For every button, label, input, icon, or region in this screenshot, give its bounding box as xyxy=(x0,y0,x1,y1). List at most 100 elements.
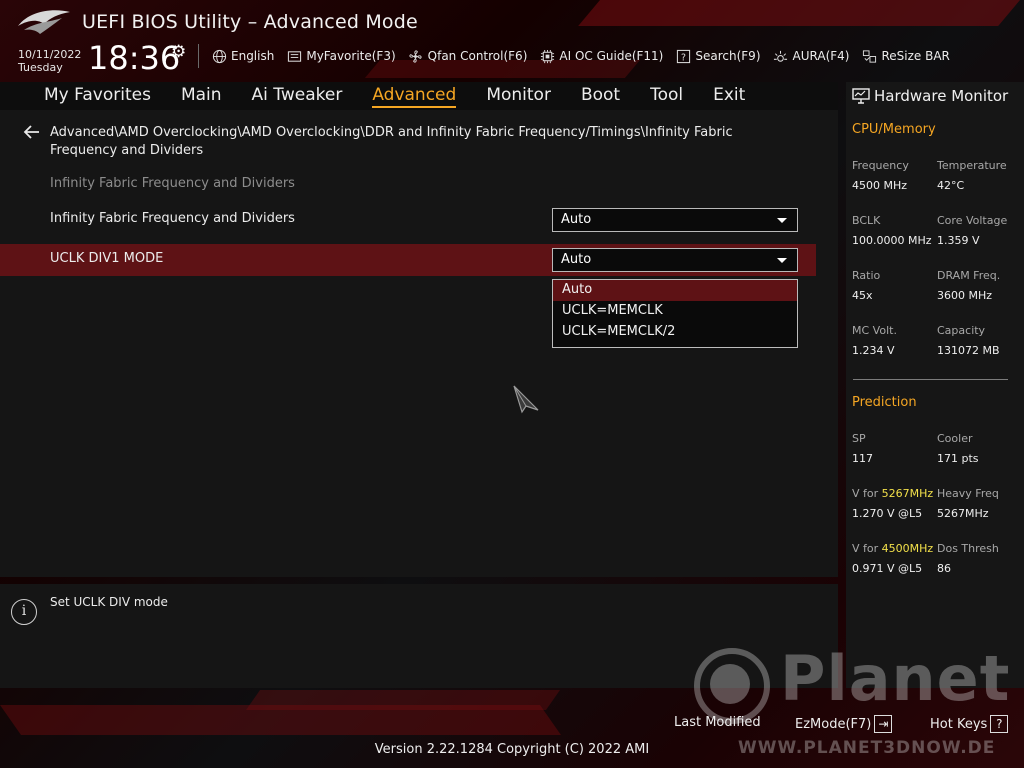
ai-oc-guide-button[interactable]: AI OC Guide(F11) xyxy=(539,48,663,64)
tab-ai-tweaker[interactable]: Ai Tweaker xyxy=(252,82,343,110)
hardware-monitor-title: Hardware Monitor xyxy=(874,87,1009,105)
stat-label: Cooler xyxy=(937,432,973,445)
select-value: Auto xyxy=(561,212,592,227)
tab-monitor[interactable]: Monitor xyxy=(486,82,551,110)
qfan-control-label: Qfan Control(F6) xyxy=(427,49,528,63)
back-arrow-icon[interactable] xyxy=(22,122,42,142)
myfavorite-label: MyFavorite(F3) xyxy=(306,49,396,63)
dropdown-option-uclk-memclk-half[interactable]: UCLK=MEMCLK/2 xyxy=(553,322,797,343)
bclk-stat: BCLK 100.0000 MHz xyxy=(852,211,932,251)
stat-value: 4500 MHz xyxy=(852,179,908,192)
ratio-stat: Ratio 45x xyxy=(852,266,880,306)
stat-value: 171 pts xyxy=(937,452,979,465)
qfan-control-button[interactable]: Qfan Control(F6) xyxy=(408,48,528,64)
stat-value: 117 xyxy=(852,452,873,465)
stat-label: Frequency xyxy=(852,159,909,172)
dram-freq-stat: DRAM Freq. 3600 MHz xyxy=(937,266,1000,306)
aura-button[interactable]: AURA(F4) xyxy=(773,48,849,64)
v-for-label: V for xyxy=(852,487,879,500)
tab-exit[interactable]: Exit xyxy=(713,82,745,110)
tab-advanced[interactable]: Advanced xyxy=(372,82,456,110)
stat-value: 86 xyxy=(937,562,951,575)
fan-icon xyxy=(408,48,424,64)
chevron-down-icon xyxy=(777,258,787,263)
date-display[interactable]: 10/11/2022 Tuesday xyxy=(18,48,81,74)
capacity-stat: Capacity 131072 MB xyxy=(937,321,1000,361)
stat-label: DRAM Freq. xyxy=(937,269,1001,282)
window-title: UEFI BIOS Utility – Advanced Mode xyxy=(82,11,418,33)
hot-keys-button[interactable]: Hot Keys ? xyxy=(930,715,1009,733)
myfavorite-button[interactable]: MyFavorite(F3) xyxy=(286,48,396,64)
stat-label: Dos Thresh xyxy=(937,542,999,555)
setting-label: UCLK DIV1 MODE xyxy=(50,251,164,266)
dropdown-list: Auto UCLK=MEMCLK UCLK=MEMCLK/2 xyxy=(552,279,798,348)
stat-value: 100.0000 MHz xyxy=(852,234,932,247)
clock-time[interactable]: 18:36 xyxy=(88,40,180,76)
search-icon: ? xyxy=(675,48,691,64)
watermark-word: Planet xyxy=(780,642,1011,715)
v-for-freq: 4500MHz xyxy=(881,542,934,555)
ezmode-label: EzMode(F7) xyxy=(795,716,872,732)
stat-label: V for 4500MHz xyxy=(852,539,933,559)
aura-icon xyxy=(773,48,789,64)
section-header: Infinity Fabric Frequency and Dividers xyxy=(50,176,295,191)
stat-label: V for 5267MHz xyxy=(852,484,933,504)
date-text: 10/11/2022 xyxy=(18,48,82,61)
chip-icon xyxy=(539,48,555,64)
toolbar: English MyFavorite(F3) Qfan Control(F6) … xyxy=(198,44,962,68)
tab-boot[interactable]: Boot xyxy=(581,82,620,110)
stat-label: Core Voltage xyxy=(937,214,1008,227)
help-key-icon: ? xyxy=(990,715,1009,733)
header: UEFI BIOS Utility – Advanced Mode 10/11/… xyxy=(0,0,1024,82)
hardware-monitor: Hardware Monitor CPU/Memory Frequency 45… xyxy=(846,82,1024,688)
ezmode-exit-icon: ⇥ xyxy=(874,715,893,733)
sp-stat: SP 117 xyxy=(852,429,873,469)
setting-row-uclk-div1-mode[interactable]: UCLK DIV1 MODE Auto xyxy=(0,244,816,276)
search-button[interactable]: ? Search(F9) xyxy=(675,48,761,64)
info-icon: i xyxy=(11,599,37,625)
temperature-stat: Temperature 42°C xyxy=(937,156,1007,196)
resize-bar-button[interactable]: ReSize BAR xyxy=(861,48,950,64)
stat-value: 1.234 V xyxy=(852,344,895,357)
language-button[interactable]: English xyxy=(211,48,274,64)
stat-value: 1.270 V @L5 xyxy=(852,507,923,520)
uclk-div1-mode-select[interactable]: Auto xyxy=(552,248,798,272)
v-for-freq: 5267MHz xyxy=(881,487,934,500)
setting-row-infinity-fabric[interactable]: Infinity Fabric Frequency and Dividers A… xyxy=(0,204,816,236)
bios-window: UEFI BIOS Utility – Advanced Mode 10/11/… xyxy=(0,0,1024,768)
tab-main[interactable]: Main xyxy=(181,82,222,110)
stat-label: Capacity xyxy=(937,324,986,337)
monitor-icon xyxy=(852,88,870,104)
ezmode-button[interactable]: EzMode(F7) ⇥ xyxy=(795,715,893,733)
select-value: Auto xyxy=(561,252,592,267)
mouse-cursor-icon xyxy=(513,385,539,414)
help-text: Set UCLK DIV mode xyxy=(50,595,168,609)
dropdown-option-uclk-memclk[interactable]: UCLK=MEMCLK xyxy=(553,301,797,322)
frequency-stat: Frequency 4500 MHz xyxy=(852,156,909,196)
cpu-memory-title: CPU/Memory xyxy=(852,122,936,137)
search-label: Search(F9) xyxy=(695,49,761,63)
weekday-text: Tuesday xyxy=(18,61,63,74)
stat-label: SP xyxy=(852,432,866,445)
tab-tool[interactable]: Tool xyxy=(650,82,683,110)
prediction-title: Prediction xyxy=(852,395,917,410)
stat-value: 45x xyxy=(852,289,873,302)
tab-my-favorites[interactable]: My Favorites xyxy=(44,82,151,110)
stat-label: Heavy Freq xyxy=(937,487,999,500)
v-for-4500-stat: V for 4500MHz 0.971 V @L5 xyxy=(852,539,933,579)
stat-label: MC Volt. xyxy=(852,324,897,337)
version-text: Version 2.22.1284 Copyright (C) 2022 AMI xyxy=(374,742,650,757)
v-for-5267-stat: V for 5267MHz 1.270 V @L5 xyxy=(852,484,933,524)
stat-value: 1.359 V xyxy=(937,234,980,247)
last-modified-label: Last Modified xyxy=(674,715,761,730)
gear-icon[interactable]: ⚙ xyxy=(171,42,186,62)
last-modified-button[interactable]: Last Modified xyxy=(674,715,761,730)
mc-volt-stat: MC Volt. 1.234 V xyxy=(852,321,897,361)
cooler-stat: Cooler 171 pts xyxy=(937,429,979,469)
stat-label: Temperature xyxy=(937,159,1007,172)
globe-icon xyxy=(211,48,227,64)
infinity-fabric-select[interactable]: Auto xyxy=(552,208,798,232)
dropdown-option-auto[interactable]: Auto xyxy=(553,280,797,301)
rog-logo-icon xyxy=(18,10,70,34)
main-tabs: My Favorites Main Ai Tweaker Advanced Mo… xyxy=(0,82,838,110)
